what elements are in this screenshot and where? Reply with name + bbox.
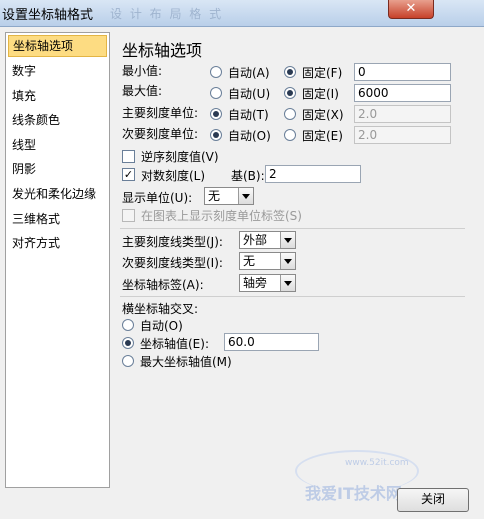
- log-base-input[interactable]: 2: [265, 165, 361, 183]
- chevron-down-icon: [280, 232, 295, 248]
- close-button[interactable]: 关闭: [397, 488, 469, 512]
- major-fixed-radio[interactable]: [284, 108, 296, 120]
- reverse-order-checkbox[interactable]: [122, 150, 135, 163]
- cross-max-label: 最大坐标轴值(M): [140, 355, 232, 369]
- min-value-input[interactable]: 0: [354, 63, 451, 81]
- major-unit-label: 主要刻度单位:: [122, 106, 199, 120]
- log-base-label: 基(B):: [231, 169, 265, 183]
- min-auto-label: 自动(A): [228, 66, 270, 80]
- minor-fixed-label: 固定(E): [302, 129, 343, 143]
- show-units-label-text: 在图表上显示刻度单位标签(S): [141, 209, 302, 223]
- cross-axis-value-input[interactable]: 60.0: [224, 333, 319, 351]
- axis-labels-select[interactable]: 轴旁: [239, 274, 296, 292]
- panel-heading: 坐标轴选项: [122, 41, 203, 60]
- minor-fixed-radio[interactable]: [284, 129, 296, 141]
- chevron-down-icon: [280, 275, 295, 291]
- watermark-text: 我爱IT技术网: [305, 484, 402, 503]
- max-label: 最大值:: [122, 84, 163, 98]
- major-fixed-label: 固定(X): [302, 108, 344, 122]
- title-bar: 设置坐标轴格式 设 计 布 局 格 式 ✕: [0, 0, 484, 27]
- major-tick-type-select[interactable]: 外部: [239, 231, 296, 249]
- ribbon-ghost-text: 设 计 布 局 格 式: [110, 7, 224, 21]
- divider: [120, 228, 465, 229]
- minor-tick-type-select[interactable]: 无: [239, 252, 296, 270]
- divider: [120, 296, 465, 297]
- axis-options-panel: 坐标轴选项 最小值: 自动(A) 固定(F) 0 最大值: 自动(U) 固定(I…: [114, 32, 480, 486]
- cross-axis-value-label: 坐标轴值(E):: [140, 337, 209, 351]
- sidebar-item-line-style[interactable]: 线型: [6, 133, 109, 158]
- sidebar-item-number[interactable]: 数字: [6, 59, 109, 84]
- display-units-value: 无: [208, 189, 221, 203]
- minor-auto-radio[interactable]: [210, 129, 222, 141]
- display-units-select[interactable]: 无: [204, 187, 254, 205]
- cross-auto-radio[interactable]: [122, 319, 134, 331]
- format-axis-dialog: 设置坐标轴格式 设 计 布 局 格 式 ✕ 坐标轴选项 数字 填充 线条颜色 线…: [0, 0, 484, 519]
- log-scale-checkbox[interactable]: ✓: [122, 168, 135, 181]
- major-unit-input: 2.0: [354, 105, 451, 123]
- minor-tick-type-label: 次要刻度线类型(I):: [122, 256, 223, 270]
- cross-max-radio[interactable]: [122, 355, 134, 367]
- max-value-input[interactable]: 6000: [354, 84, 451, 102]
- min-fixed-label: 固定(F): [302, 66, 343, 80]
- axis-labels-value: 轴旁: [243, 276, 268, 290]
- chevron-down-icon: [280, 253, 295, 269]
- cross-label: 横坐标轴交叉:: [122, 302, 199, 316]
- watermark-url: www.52it.com: [345, 458, 409, 468]
- minor-tick-type-value: 无: [243, 254, 256, 268]
- sidebar-item-3d-format[interactable]: 三维格式: [6, 207, 109, 232]
- minor-unit-input: 2.0: [354, 126, 451, 144]
- major-tick-type-label: 主要刻度线类型(J):: [122, 235, 223, 249]
- sidebar-item-line-color[interactable]: 线条颜色: [6, 108, 109, 133]
- minor-unit-label: 次要刻度单位:: [122, 127, 199, 141]
- sidebar-item-fill[interactable]: 填充: [6, 84, 109, 109]
- cross-axis-value-radio[interactable]: [122, 337, 134, 349]
- axis-labels-label: 坐标轴标签(A):: [122, 278, 204, 292]
- window-title: 设置坐标轴格式: [2, 8, 94, 23]
- sidebar-item-alignment[interactable]: 对齐方式: [6, 231, 109, 256]
- max-fixed-radio[interactable]: [284, 87, 296, 99]
- min-auto-radio[interactable]: [210, 66, 222, 78]
- display-units-label: 显示单位(U):: [122, 191, 193, 205]
- major-tick-type-value: 外部: [243, 233, 268, 247]
- major-auto-radio[interactable]: [210, 108, 222, 120]
- chevron-down-icon: [238, 188, 253, 204]
- minor-auto-label: 自动(O): [228, 129, 271, 143]
- sidebar-item-shadow[interactable]: 阴影: [6, 157, 109, 182]
- cross-auto-label: 自动(O): [140, 319, 183, 333]
- max-auto-radio[interactable]: [210, 87, 222, 99]
- sidebar-item-axis-options[interactable]: 坐标轴选项: [8, 35, 107, 57]
- min-label: 最小值:: [122, 64, 163, 78]
- min-fixed-radio[interactable]: [284, 66, 296, 78]
- show-units-label-checkbox: [122, 209, 135, 222]
- reverse-order-label: 逆序刻度值(V): [141, 150, 219, 164]
- max-fixed-label: 固定(I): [302, 87, 339, 101]
- major-auto-label: 自动(T): [228, 108, 269, 122]
- log-scale-label: 对数刻度(L): [141, 169, 206, 183]
- sidebar-item-glow[interactable]: 发光和柔化边缘: [6, 182, 109, 207]
- close-icon[interactable]: ✕: [388, 0, 434, 19]
- max-auto-label: 自动(U): [228, 87, 271, 101]
- category-sidebar: 坐标轴选项 数字 填充 线条颜色 线型 阴影 发光和柔化边缘 三维格式 对齐方式: [5, 32, 110, 488]
